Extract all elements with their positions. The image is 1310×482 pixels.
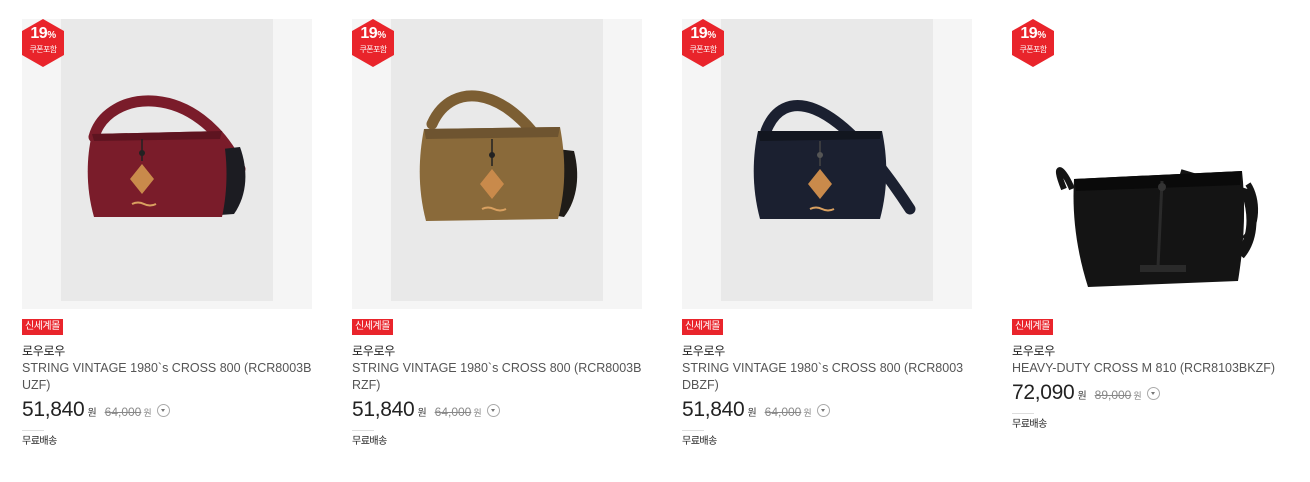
shipping-label: 무료배송 xyxy=(682,436,717,447)
discount-unit: % xyxy=(707,30,716,41)
shipping-label: 무료배송 xyxy=(352,436,387,447)
discount-unit: % xyxy=(1037,30,1046,41)
original-price-unit: 원 xyxy=(1133,392,1142,402)
discount-value: 19 xyxy=(690,25,708,42)
discount-unit: % xyxy=(47,30,56,41)
brand-name[interactable]: 로우로우 xyxy=(1012,343,1302,359)
brand-name[interactable]: 로우로우 xyxy=(352,343,642,359)
price-info-dropdown-icon[interactable] xyxy=(486,404,500,417)
mall-tag: 신세계몰 xyxy=(682,319,723,335)
original-price: 64,000 xyxy=(764,405,802,419)
divider xyxy=(682,430,704,431)
product-card[interactable]: 19% 쿠폰포함 신세계몰 로우로우 STRING VINTAGE 1980`s… xyxy=(352,19,642,449)
shipping-label: 무료배송 xyxy=(22,436,57,447)
product-card[interactable]: 19% 쿠폰포함 신세계몰 로우로우 STRING VINTAGE 1980`s… xyxy=(22,19,312,449)
divider xyxy=(22,430,44,431)
price-info-dropdown-icon[interactable] xyxy=(156,404,170,417)
product-grid: 19% 쿠폰포함 신세계몰 로우로우 STRING VINTAGE 1980`s… xyxy=(22,19,1302,449)
mall-tag: 신세계몰 xyxy=(1012,319,1053,335)
original-price-unit: 원 xyxy=(803,409,812,419)
price-unit: 원 xyxy=(747,408,757,419)
original-price-unit: 원 xyxy=(143,409,152,419)
price-unit: 원 xyxy=(87,408,97,419)
sale-price: 51,840 xyxy=(682,398,745,421)
coupon-discount-badge: 19% 쿠폰포함 xyxy=(1012,19,1054,67)
product-card[interactable]: 19% 쿠폰포함 신세계몰 로우로우 HEAVY-DUTY CROSS M 81… xyxy=(1012,19,1302,449)
original-price: 89,000 xyxy=(1094,388,1132,402)
product-image[interactable]: 19% 쿠폰포함 xyxy=(352,19,642,309)
product-name[interactable]: STRING VINTAGE 1980`s CROSS 800 (RCR8003… xyxy=(22,360,312,394)
mall-tag: 신세계몰 xyxy=(22,319,63,335)
price-row: 51,840 원 64,000 원 xyxy=(22,398,312,424)
sale-price: 72,090 xyxy=(1012,381,1075,404)
sale-price: 51,840 xyxy=(352,398,415,421)
discount-value: 19 xyxy=(30,25,48,42)
original-price: 64,000 xyxy=(104,405,142,419)
bag-image xyxy=(753,100,916,219)
coupon-discount-badge: 19% 쿠폰포함 xyxy=(352,19,394,67)
coupon-discount-badge: 19% 쿠폰포함 xyxy=(682,19,724,67)
coupon-label: 쿠폰포함 xyxy=(1019,45,1047,54)
divider xyxy=(352,430,374,431)
price-info-dropdown-icon[interactable] xyxy=(816,404,830,417)
brand-name[interactable]: 로우로우 xyxy=(22,343,312,359)
price-unit: 원 xyxy=(1077,391,1087,402)
product-name[interactable]: HEAVY-DUTY CROSS M 810 (RCR8103BKZF) xyxy=(1012,360,1302,377)
original-price: 64,000 xyxy=(434,405,472,419)
coupon-label: 쿠폰포함 xyxy=(29,45,57,54)
discount-value: 19 xyxy=(360,25,378,42)
bag-image xyxy=(419,90,578,221)
bag-image xyxy=(87,95,246,217)
discount-unit: % xyxy=(377,30,386,41)
price-row: 51,840 원 64,000 원 xyxy=(682,398,972,424)
price-info-dropdown-icon[interactable] xyxy=(1146,387,1160,400)
coupon-discount-badge: 19% 쿠폰포함 xyxy=(22,19,64,67)
product-image[interactable]: 19% 쿠폰포함 xyxy=(22,19,312,309)
product-image[interactable]: 19% 쿠폰포함 xyxy=(1012,19,1302,309)
price-row: 51,840 원 64,000 원 xyxy=(352,398,642,424)
coupon-label: 쿠폰포함 xyxy=(689,45,717,54)
original-price-unit: 원 xyxy=(473,409,482,419)
price-unit: 원 xyxy=(417,408,427,419)
coupon-label: 쿠폰포함 xyxy=(359,45,387,54)
product-image[interactable]: 19% 쿠폰포함 xyxy=(682,19,972,309)
bag-image xyxy=(1055,167,1259,287)
mall-tag: 신세계몰 xyxy=(352,319,393,335)
product-card[interactable]: 19% 쿠폰포함 신세계몰 로우로우 STRING VINTAGE 1980`s… xyxy=(682,19,972,449)
brand-name[interactable]: 로우로우 xyxy=(682,343,972,359)
discount-value: 19 xyxy=(1020,25,1038,42)
shipping-label: 무료배송 xyxy=(1012,419,1047,430)
divider xyxy=(1012,413,1034,414)
product-name[interactable]: STRING VINTAGE 1980`s CROSS 800 (RCR8003… xyxy=(682,360,972,394)
sale-price: 51,840 xyxy=(22,398,85,421)
price-row: 72,090 원 89,000 원 xyxy=(1012,381,1302,407)
product-name[interactable]: STRING VINTAGE 1980`s CROSS 800 (RCR8003… xyxy=(352,360,642,394)
